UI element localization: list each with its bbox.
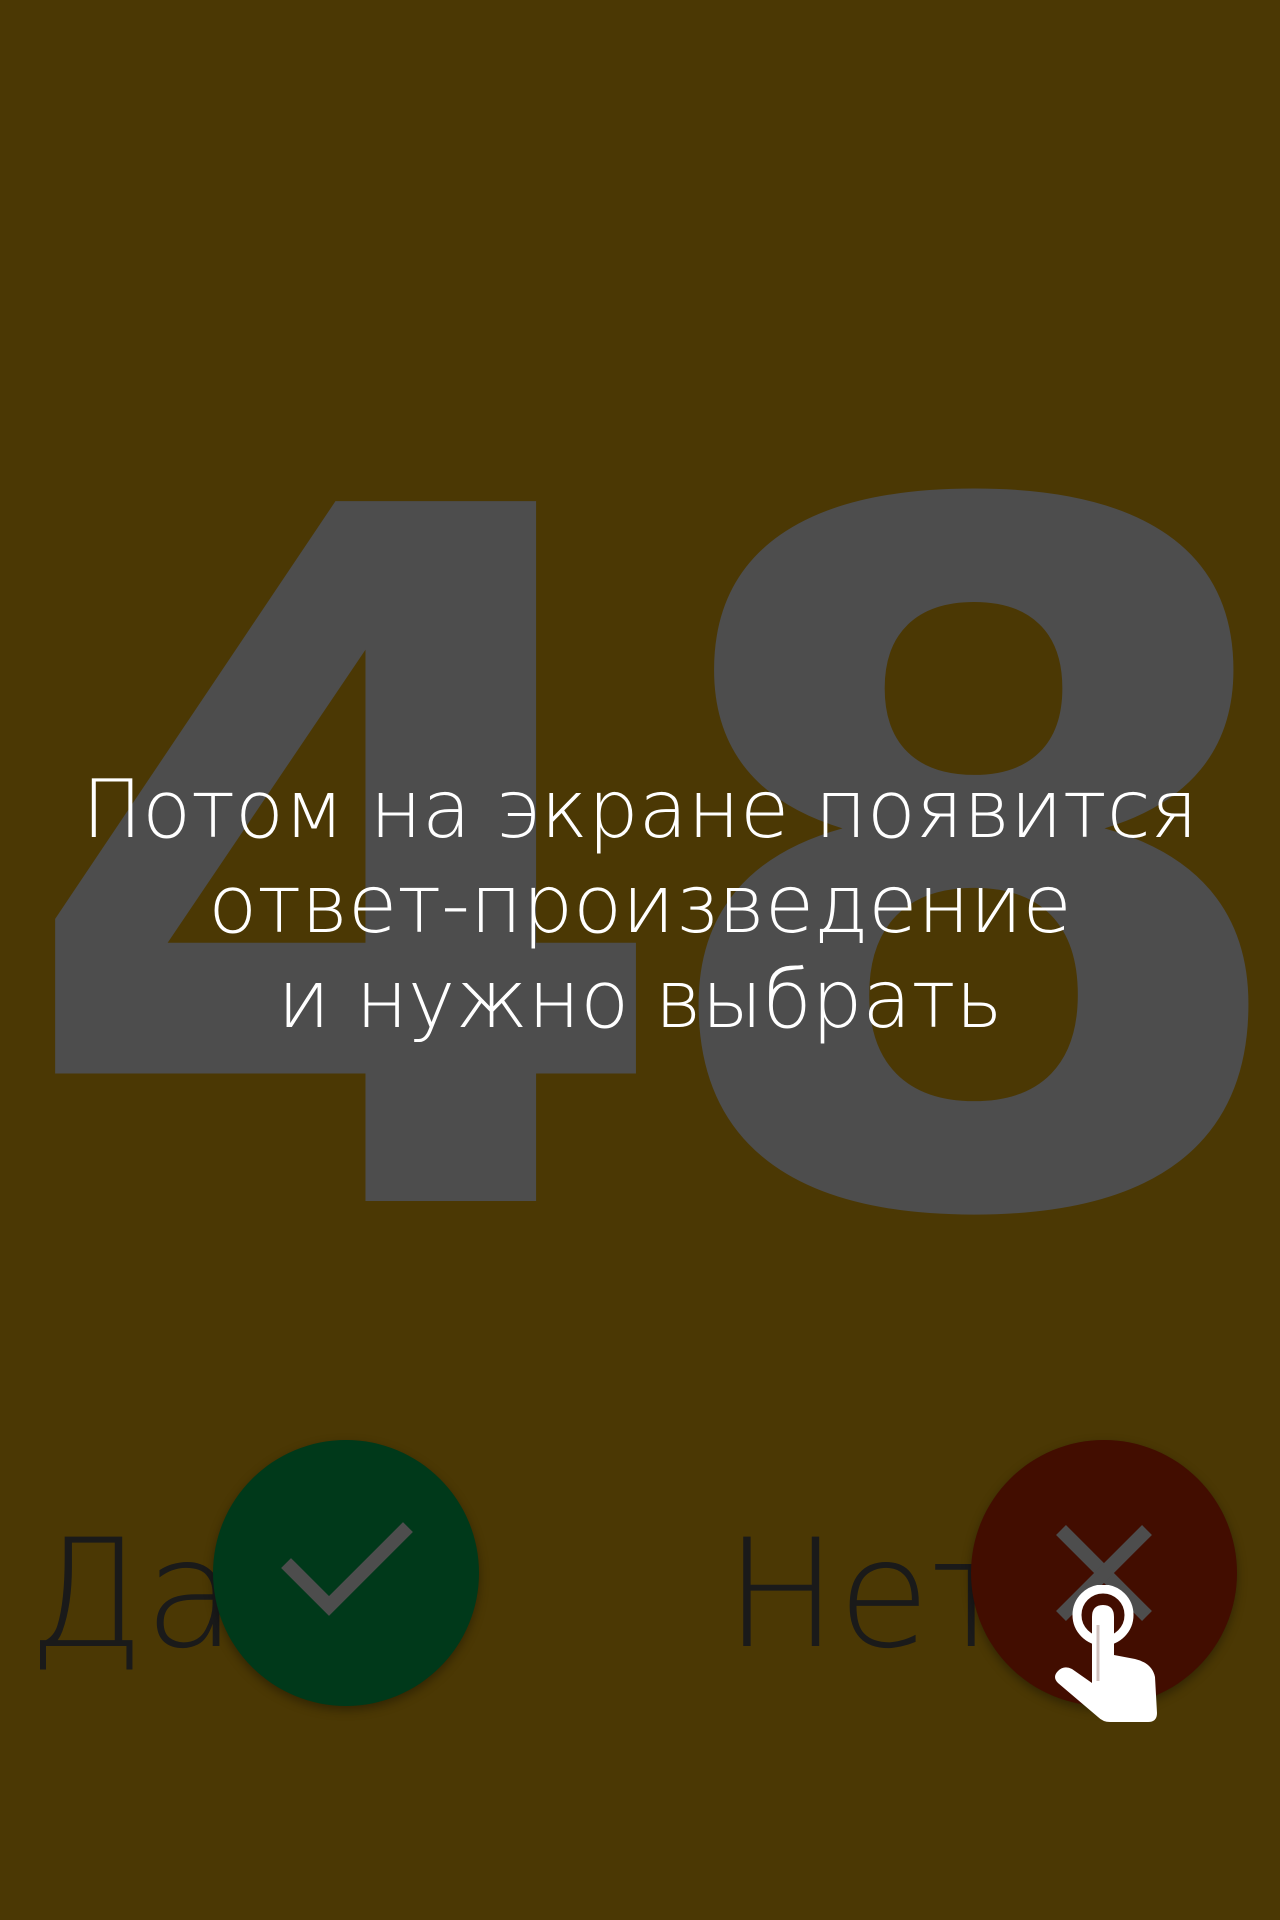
hint-line-1: Потом на экране появится (81, 763, 1199, 856)
yes-label: Да (28, 1508, 237, 1682)
tutorial-screen: 48 Потом на экране появится ответ-произв… (0, 0, 1280, 1920)
checkmark-icon (281, 1522, 413, 1616)
no-label: Нет (725, 1508, 1013, 1682)
hint-line-3: и нужно выбрать (277, 953, 1003, 1046)
tutorial-hint-text: Потом на экране появится ответ-произведе… (0, 762, 1280, 1047)
yes-button[interactable] (213, 1440, 479, 1706)
tap-hand-icon (1040, 1584, 1170, 1725)
hint-line-2: ответ-произведение (208, 858, 1072, 951)
